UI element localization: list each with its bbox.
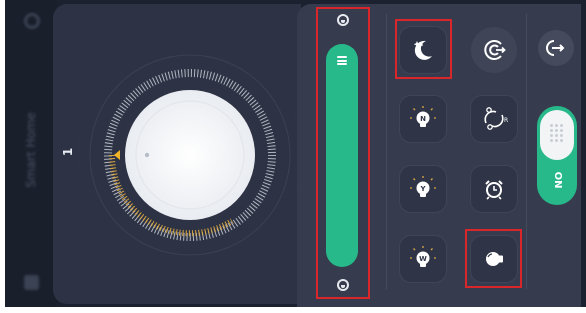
svg-text:R: R	[504, 117, 508, 124]
exit-arrow-icon	[546, 40, 565, 56]
svg-text:N: N	[420, 115, 426, 123]
color-temperature-dial[interactable]	[53, 4, 301, 304]
highlight-slider	[316, 7, 370, 299]
svg-text:Y: Y	[419, 185, 426, 193]
dial-knob[interactable]	[125, 90, 255, 220]
divider	[526, 14, 527, 289]
n-mode-bulb-button[interactable]: N	[400, 96, 446, 142]
divider	[386, 14, 387, 289]
toggle-label: ON	[552, 171, 563, 189]
alarm-clock-icon	[485, 180, 503, 200]
sidebar-title: Smart Home	[24, 112, 38, 188]
bulb-y-icon: Y	[410, 176, 436, 197]
y-mode-bulb-button[interactable]: Y	[400, 166, 446, 212]
dial-indicator-dot	[144, 152, 150, 158]
sidebar-rail: Smart Home	[5, 0, 57, 307]
exit-button[interactable]	[538, 30, 574, 66]
timer-button[interactable]	[471, 166, 517, 212]
rotate-arrows-icon: R	[484, 107, 508, 130]
grid-icon[interactable]	[24, 275, 39, 290]
bulb-w-icon: W	[410, 246, 436, 267]
eye-icon	[484, 40, 506, 60]
gear-icon[interactable]	[24, 13, 40, 29]
highlight-night-mode	[395, 19, 452, 79]
bulb-n-icon: N	[410, 106, 436, 127]
power-toggle[interactable]: ON	[537, 106, 577, 205]
highlight-bulb-button	[465, 229, 522, 288]
rotate-mode-button[interactable]: R	[471, 96, 517, 142]
w-mode-bulb-button[interactable]: W	[400, 236, 446, 282]
dial-value-label: 1	[61, 147, 76, 157]
reading-mode-button[interactable]	[471, 27, 517, 73]
toggle-knob[interactable]	[540, 110, 574, 160]
svg-text:W: W	[419, 255, 427, 263]
